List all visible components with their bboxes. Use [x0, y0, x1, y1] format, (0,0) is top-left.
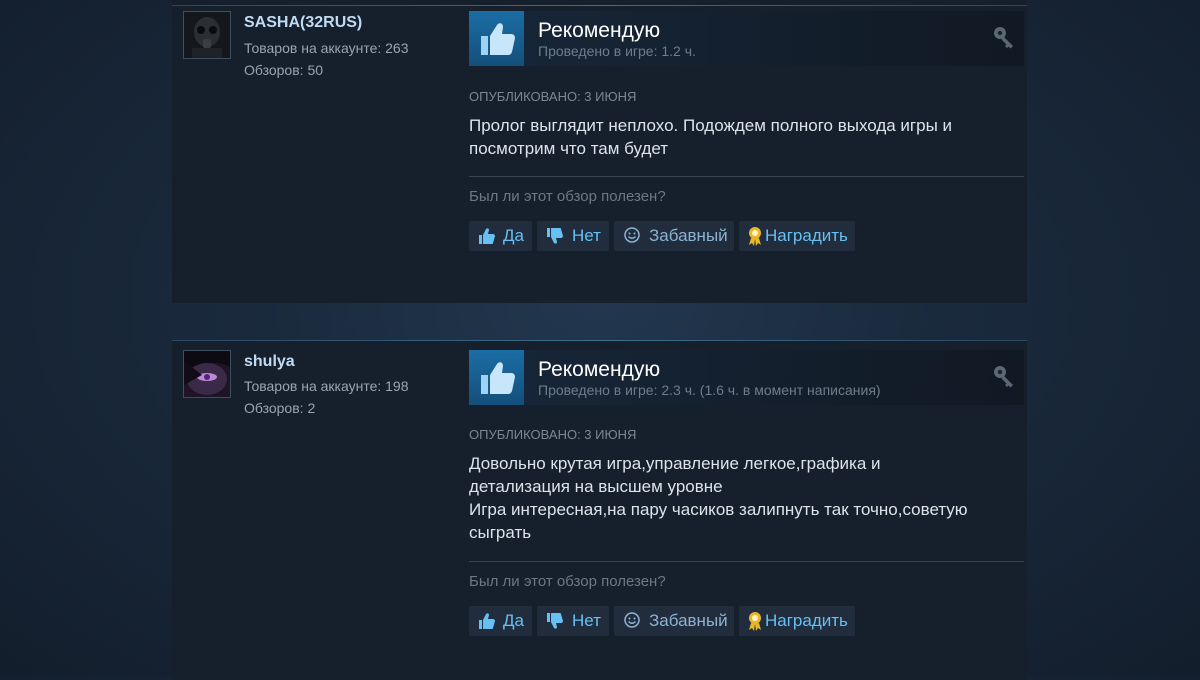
- smiley-icon: [622, 226, 642, 256]
- author-reviews-count[interactable]: Обзоров: 50: [244, 62, 323, 78]
- helpful-question: Был ли этот обзор полезен?: [469, 573, 666, 590]
- key-icon: [992, 25, 1016, 54]
- award-button[interactable]: Наградить: [739, 221, 855, 251]
- vote-yes-button[interactable]: Да: [469, 221, 532, 251]
- award-label: Наградить: [765, 226, 848, 245]
- vote-funny-button[interactable]: Забавный: [614, 221, 734, 251]
- review-verdict-header[interactable]: Рекомендую Проведено в игре: 1.2 ч.: [469, 11, 1024, 66]
- review-card: shulya Товаров на аккаунте: 198 Обзоров:…: [172, 340, 1027, 680]
- review-text-line: Довольно крутая игра,управление легкое,г…: [469, 454, 881, 473]
- review-text-line: Игра интересная,на пару часиков залипнут…: [469, 500, 968, 519]
- award-medal-icon: [746, 611, 764, 641]
- review-text: Довольно крутая игра,управление легкое,г…: [469, 452, 1024, 544]
- playtime-hours: Проведено в игре: 1.2 ч.: [538, 43, 696, 59]
- review-text-line: сыграть: [469, 523, 532, 542]
- smiley-icon: [622, 611, 642, 641]
- vote-no-button[interactable]: Нет: [537, 221, 609, 251]
- vote-no-button[interactable]: Нет: [537, 606, 609, 636]
- key-icon: [992, 364, 1016, 393]
- gas-mask-avatar-icon: [184, 12, 230, 58]
- author-reviews-count[interactable]: Обзоров: 2: [244, 400, 315, 416]
- review-verdict-header[interactable]: Рекомендую Проведено в игре: 2.3 ч. (1.6…: [469, 350, 1024, 405]
- thumbs-down-icon: [545, 611, 565, 641]
- thumbs-up-icon: [469, 11, 524, 66]
- review-text: Пролог выглядит неплохо. Подождем полног…: [469, 114, 1024, 160]
- vote-yes-label: Да: [503, 226, 524, 245]
- review-text-line: детализация на высшем уровне: [469, 477, 723, 496]
- thumbs-up-icon: [477, 226, 497, 256]
- thumbs-up-icon: [477, 611, 497, 641]
- vote-no-label: Нет: [572, 226, 601, 245]
- author-products-count[interactable]: Товаров на аккаунте: 198: [244, 378, 409, 394]
- author-avatar[interactable]: [183, 11, 231, 59]
- vote-yes-button[interactable]: Да: [469, 606, 532, 636]
- review-verdict: Рекомендую: [538, 19, 661, 42]
- author-name[interactable]: shulya: [244, 353, 295, 371]
- posted-date: ОПУБЛИКОВАНО: 3 ИЮНЯ: [469, 89, 637, 104]
- review-verdict: Рекомендую: [538, 358, 661, 381]
- vote-funny-button[interactable]: Забавный: [614, 606, 734, 636]
- review-card: SASHA(32RUS) Товаров на аккаунте: 263 Об…: [172, 0, 1027, 303]
- vote-no-label: Нет: [572, 611, 601, 630]
- helpful-question: Был ли этот обзор полезен?: [469, 188, 666, 205]
- award-button[interactable]: Наградить: [739, 606, 855, 636]
- purple-eye-avatar-icon: [184, 351, 230, 397]
- review-text-line: посмотрим что там будет: [469, 139, 669, 158]
- thumbs-up-icon: [469, 350, 524, 405]
- divider: [469, 176, 1024, 177]
- divider: [469, 561, 1024, 562]
- review-text-line: Пролог выглядит неплохо. Подождем полног…: [469, 116, 953, 135]
- thumbs-down-icon: [545, 226, 565, 256]
- playtime-hours: Проведено в игре: 2.3 ч. (1.6 ч. в момен…: [538, 382, 881, 398]
- posted-date: ОПУБЛИКОВАНО: 3 ИЮНЯ: [469, 427, 637, 442]
- author-name[interactable]: SASHA(32RUS): [244, 14, 362, 32]
- vote-funny-label: Забавный: [649, 611, 728, 630]
- vote-yes-label: Да: [503, 611, 524, 630]
- award-medal-icon: [746, 226, 764, 256]
- award-label: Наградить: [765, 611, 848, 630]
- author-products-count[interactable]: Товаров на аккаунте: 263: [244, 40, 409, 56]
- vote-funny-label: Забавный: [649, 226, 728, 245]
- author-avatar[interactable]: [183, 350, 231, 398]
